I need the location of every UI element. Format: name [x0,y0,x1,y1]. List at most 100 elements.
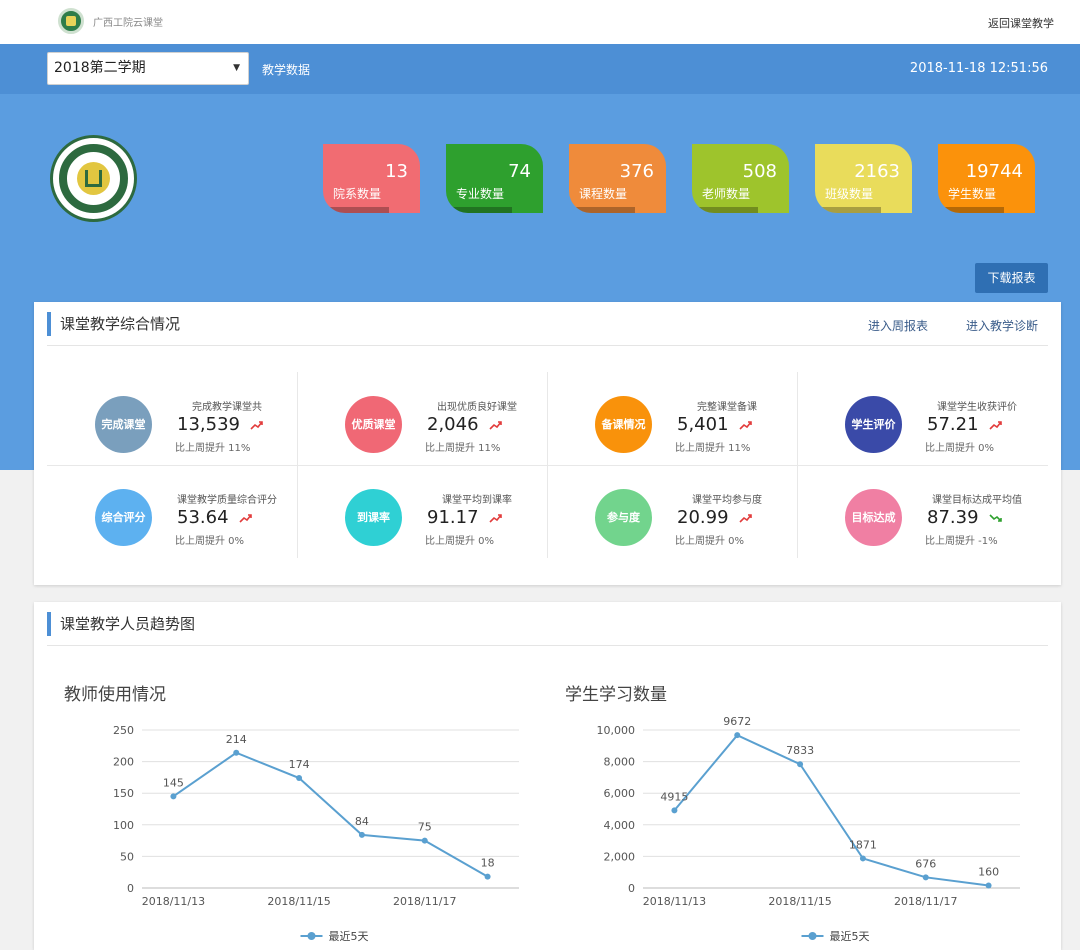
metric-title: 课堂学生收获评价 [937,402,1017,413]
metric-value: 2,046 [427,414,479,435]
stat-card-majors[interactable]: 74 专业数量 [446,144,543,213]
series-line [172,751,489,878]
stat-value: 13 [385,161,408,182]
stat-label: 班级数量 [825,187,874,201]
data-point [734,732,741,739]
data-point [233,749,240,756]
data-label: 1871 [849,838,877,851]
metric-goal-achievement: 目标达成 课堂目标达成平均值 87.39 比上周提升 -1% [797,465,1047,558]
metric-overall-score: 综合评分 课堂教学质量综合评分 53.64 比上周提升 0% [47,465,297,558]
caret-down-icon: ▼ [233,63,240,73]
school-logo-icon[interactable] [58,8,84,34]
metric-quality-classes: 优质课堂 出现优质良好课堂 2,046 比上周提升 11% [297,372,547,465]
legend-marker [808,932,817,940]
return-classroom-link[interactable]: 返回课堂教学 [988,15,1054,31]
trend-up-icon [239,514,252,523]
stat-card-departments[interactable]: 13 院系数量 [323,144,420,213]
y-tick-label: 0 [628,882,635,895]
metric-badge[interactable]: 完成课堂 [95,396,152,453]
nav-title[interactable]: 教学数据 [262,61,310,78]
stat-card-students[interactable]: 19744 学生数量 [938,144,1035,213]
trend-title: 课堂教学人员趋势图 [47,612,195,636]
data-point [170,793,177,800]
semester-value: 2018第二学期 [54,60,146,76]
data-point [985,882,992,889]
metric-student-evaluation: 学生评价 课堂学生收获评价 57.21 比上周提升 0% [797,372,1047,465]
metric-value: 87.39 [927,507,979,528]
stat-value: 19744 [965,161,1023,182]
metric-badge[interactable]: 优质课堂 [345,396,402,453]
overview-panel: 课堂教学综合情况 进入周报表 进入教学诊断 完成课堂 完成教学课堂共 13,539 比… [34,302,1061,585]
x-tick-label: 2018/11/17 [894,895,957,908]
data-label: 4915 [660,790,688,803]
metric-value: 57.21 [927,414,979,435]
y-tick-label: 250 [113,724,134,737]
trend-up-icon [989,421,1002,430]
stat-card-classes[interactable]: 2163 班级数量 [815,144,912,213]
data-point [296,775,303,782]
metric-title: 完成教学课堂共 [192,402,262,413]
trend-up-icon [489,514,502,523]
y-tick-label: 2,000 [604,850,636,863]
metric-badge[interactable]: 到课率 [345,489,402,546]
data-label: 84 [355,815,369,828]
student-learning-chart: 0 2,000 4,000 6,000 8,000 10,000 2018/11/13 201… [597,715,1020,943]
overview-title: 课堂教学综合情况 [47,312,180,336]
data-label: 18 [481,857,495,870]
y-tick-label: 10,000 [597,724,636,737]
stat-label: 学生数量 [948,187,997,201]
metric-change: 比上周提升 11% [675,443,751,454]
y-tick-label: 4,000 [604,819,636,832]
metric-value: 53.64 [177,507,229,528]
trend-up-icon [739,514,752,523]
metric-badge[interactable]: 目标达成 [845,489,902,546]
metric-change: 比上周提升 0% [425,536,495,547]
data-point [484,873,491,880]
metric-participation: 参与度 课堂平均参与度 20.99 比上周提升 0% [547,465,797,558]
metric-change: 比上周提升 11% [425,443,501,454]
metric-attendance-rate: 到课率 课堂平均到课率 91.17 比上周提升 0% [297,465,547,558]
stat-value: 376 [619,161,654,182]
x-tick-label: 2018/11/15 [267,895,330,908]
metric-badge[interactable]: 学生评价 [845,396,902,453]
download-report-button[interactable]: 下载报表 [975,263,1048,293]
metric-badge[interactable]: 综合评分 [95,489,152,546]
data-label: 9672 [723,715,751,728]
x-tick-label: 2018/11/17 [393,895,456,908]
trend-up-icon [739,421,752,430]
data-label: 145 [163,776,184,789]
data-label: 160 [978,865,999,878]
metric-title: 课堂平均参与度 [692,495,762,506]
data-label: 75 [418,821,432,834]
trend-up-icon [489,421,502,430]
metric-badge[interactable]: 备课情况 [595,396,652,453]
semester-select[interactable]: 2018第二学期 ▼ [47,52,249,85]
metric-title: 出现优质良好课堂 [437,402,517,413]
weekly-report-link[interactable]: 进入周报表 [868,317,928,334]
y-tick-label: 0 [127,882,134,895]
metric-lesson-prep: 备课情况 完整课堂备课 5,401 比上周提升 11% [547,372,797,465]
metric-change: 比上周提升 0% [675,536,745,547]
metric-value: 91.17 [427,507,479,528]
metric-change: 比上周提升 -1% [925,536,998,547]
stat-value: 508 [742,161,777,182]
teaching-diagnosis-link[interactable]: 进入教学诊断 [966,317,1038,334]
data-point [421,837,428,844]
metric-value: 20.99 [677,507,729,528]
stat-card-courses[interactable]: 376 课程数量 [569,144,666,213]
metric-value: 5,401 [677,414,729,435]
trend-panel: 课堂教学人员趋势图 教师使用情况 0 50 100 150 200 250 2018/11/… [34,602,1061,950]
metric-title: 课堂教学质量综合评分 [177,495,277,506]
stat-card-teachers[interactable]: 508 老师数量 [692,144,789,213]
metric-title: 课堂平均到课率 [442,495,512,506]
data-point [358,831,365,838]
data-label: 676 [915,857,936,870]
top-bar: 广西工院云课堂 返回课堂教学 [0,0,1080,44]
legend-marker [307,932,316,940]
metric-value: 13,539 [177,414,240,435]
data-label: 174 [289,758,310,771]
school-emblem-icon [50,135,137,222]
metric-badge[interactable]: 参与度 [595,489,652,546]
y-tick-label: 6,000 [604,787,636,800]
nav-bar: 2018第二学期 ▼ 教学数据 2018-11-18 12:51:56 [0,44,1080,94]
